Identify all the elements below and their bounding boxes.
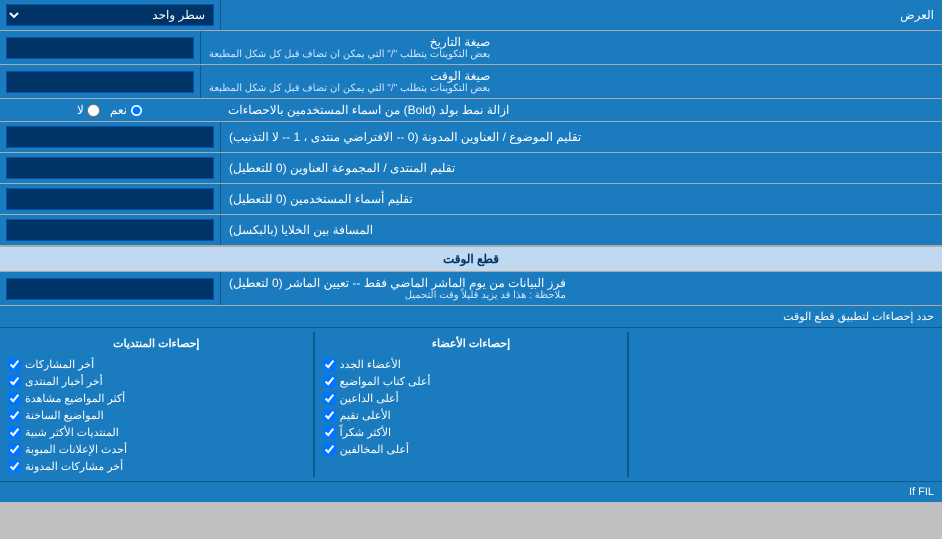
topics-trim-input[interactable]: 33 — [6, 126, 214, 148]
bold-no-label[interactable]: لا — [77, 103, 100, 117]
members-stat-2[interactable]: أعلى كتاب المواضيع — [323, 373, 620, 390]
forums-stat-4-checkbox[interactable] — [8, 409, 21, 422]
header-row: العرض سطر واحدسطرانثلاثة أسطر — [0, 0, 942, 31]
date-format-input-cell[interactable]: d-m — [0, 31, 200, 64]
usernames-trim-row: تقليم أسماء المستخدمين (0 للتعطيل) 0 — [0, 184, 942, 215]
members-stat-4-label: الأعلى تقيم — [340, 409, 391, 422]
bold-remove-row: ازالة نمط بولد (Bold) من اسماء المستخدمي… — [0, 99, 942, 122]
forums-stat-6[interactable]: أحدث الإعلانات المبوبة — [8, 441, 305, 458]
cell-distance-row: المسافة بين الخلايا (بالبكسل) 2 — [0, 215, 942, 246]
members-stat-2-label: أعلى كتاب المواضيع — [340, 375, 431, 388]
forum-addresses-row: تقليم المنتدى / المجموعة العناوين (0 للت… — [0, 153, 942, 184]
forums-stat-6-label: أحدث الإعلانات المبوبة — [25, 443, 127, 456]
forums-stat-3[interactable]: أكثر المواضيع مشاهدة — [8, 390, 305, 407]
topics-trim-input-cell[interactable]: 33 — [0, 122, 220, 152]
cell-distance-input[interactable]: 2 — [6, 219, 214, 241]
lines-select-cell[interactable]: سطر واحدسطرانثلاثة أسطر — [0, 0, 220, 30]
bold-no-radio[interactable] — [87, 104, 100, 117]
topics-trim-row: تقليم الموضوع / العناوين المدونة (0 -- ا… — [0, 122, 942, 153]
forums-stat-2-checkbox[interactable] — [8, 375, 21, 388]
members-stat-6-label: أعلى المخالفين — [340, 443, 409, 456]
cell-distance-label: المسافة بين الخلايا (بالبكسل) — [220, 215, 942, 245]
forums-stat-7-label: أخر مشاركات المدونة — [25, 460, 123, 473]
forums-stat-1-label: أخر المشاركات — [25, 358, 94, 371]
forums-stat-5-checkbox[interactable] — [8, 426, 21, 439]
cell-distance-input-cell[interactable]: 2 — [0, 215, 220, 245]
time-format-input[interactable]: H:i — [6, 71, 194, 93]
lines-select[interactable]: سطر واحدسطرانثلاثة أسطر — [6, 4, 214, 26]
usernames-trim-input-cell[interactable]: 0 — [0, 184, 220, 214]
forums-stat-2[interactable]: أخر أخبار المنتدى — [8, 373, 305, 390]
cut-time-input[interactable]: 0 — [6, 278, 214, 300]
usernames-trim-label: تقليم أسماء المستخدمين (0 للتعطيل) — [220, 184, 942, 214]
forums-stat-2-label: أخر أخبار المنتدى — [25, 375, 103, 388]
divider-2 — [313, 332, 315, 477]
bold-yes-label[interactable]: نعم — [110, 103, 143, 117]
members-stat-3[interactable]: أعلى الداعين — [323, 390, 620, 407]
forum-addresses-input-cell[interactable]: 33 — [0, 153, 220, 183]
time-format-row: صيغة الوقت بعض التكوينات يتطلب "/" التي … — [0, 65, 942, 99]
forums-stat-7-checkbox[interactable] — [8, 460, 21, 473]
footer-text: If FIL — [909, 486, 934, 498]
time-format-label: صيغة الوقت بعض التكوينات يتطلب "/" التي … — [200, 65, 942, 98]
cut-time-header: قطع الوقت — [0, 246, 942, 272]
checkboxes-section: إحصاءات الأعضاء الأعضاء الجدد أعلى كتاب … — [0, 328, 942, 481]
members-stat-1[interactable]: الأعضاء الجدد — [323, 356, 620, 373]
forums-stat-4-label: المواضيع الساخنة — [25, 409, 104, 422]
forums-stat-7[interactable]: أخر مشاركات المدونة — [8, 458, 305, 475]
forums-stat-3-label: أكثر المواضيع مشاهدة — [25, 392, 125, 405]
members-stat-3-label: أعلى الداعين — [340, 392, 399, 405]
forums-stats-header: إحصاءات المنتديات — [8, 334, 305, 353]
forums-stat-3-checkbox[interactable] — [8, 392, 21, 405]
time-format-input-cell[interactable]: H:i — [0, 65, 200, 98]
topics-trim-label: تقليم الموضوع / العناوين المدونة (0 -- ا… — [220, 122, 942, 152]
bold-remove-options[interactable]: نعم لا — [0, 99, 220, 121]
members-stat-3-checkbox[interactable] — [323, 392, 336, 405]
cut-time-row: فرز البيانات من يوم الماشر الماضي فقط --… — [0, 272, 942, 306]
members-stats-col: إحصاءات الأعضاء الأعضاء الجدد أعلى كتاب … — [315, 332, 628, 477]
members-stat-6[interactable]: أعلى المخالفين — [323, 441, 620, 458]
forums-stat-6-checkbox[interactable] — [8, 443, 21, 456]
members-stat-4-checkbox[interactable] — [323, 409, 336, 422]
members-stat-5-checkbox[interactable] — [323, 426, 336, 439]
members-stats-header: إحصاءات الأعضاء — [323, 334, 620, 353]
footer-row: If FIL — [0, 481, 942, 502]
members-stat-1-checkbox[interactable] — [323, 358, 336, 371]
forums-stat-5-label: المنتديات الأكثر شبية — [25, 426, 119, 439]
cut-time-input-cell[interactable]: 0 — [0, 272, 220, 305]
date-format-row: صيغة التاريخ بعض التكوينات يتطلب "/" الت… — [0, 31, 942, 65]
members-stat-5-label: الأكثر شكراً — [340, 426, 391, 439]
members-stat-4[interactable]: الأعلى تقيم — [323, 407, 620, 424]
cut-time-label: فرز البيانات من يوم الماشر الماضي فقط --… — [220, 272, 942, 305]
date-format-label: صيغة التاريخ بعض التكوينات يتطلب "/" الت… — [200, 31, 942, 64]
forums-stat-5[interactable]: المنتديات الأكثر شبية — [8, 424, 305, 441]
forums-stat-1-checkbox[interactable] — [8, 358, 21, 371]
forum-addresses-input[interactable]: 33 — [6, 157, 214, 179]
right-label-col — [629, 332, 942, 477]
forum-addresses-label: تقليم المنتدى / المجموعة العناوين (0 للت… — [220, 153, 942, 183]
header-label: العرض — [220, 0, 942, 30]
bold-remove-label: ازالة نمط بولد (Bold) من اسماء المستخدمي… — [220, 99, 942, 121]
bold-yes-radio[interactable] — [130, 104, 143, 117]
forums-stat-1[interactable]: أخر المشاركات — [8, 356, 305, 373]
usernames-trim-input[interactable]: 0 — [6, 188, 214, 210]
members-stat-6-checkbox[interactable] — [323, 443, 336, 456]
members-stat-1-label: الأعضاء الجدد — [340, 358, 401, 371]
date-format-input[interactable]: d-m — [6, 37, 194, 59]
members-stat-2-checkbox[interactable] — [323, 375, 336, 388]
divider-1 — [627, 332, 629, 477]
forums-stats-col: إحصاءات المنتديات أخر المشاركات أخر أخبا… — [0, 332, 313, 477]
members-stat-5[interactable]: الأكثر شكراً — [323, 424, 620, 441]
stats-label-row: حدد إحصاءات لتطبيق قطع الوقت — [0, 306, 942, 328]
forums-stat-4[interactable]: المواضيع الساخنة — [8, 407, 305, 424]
